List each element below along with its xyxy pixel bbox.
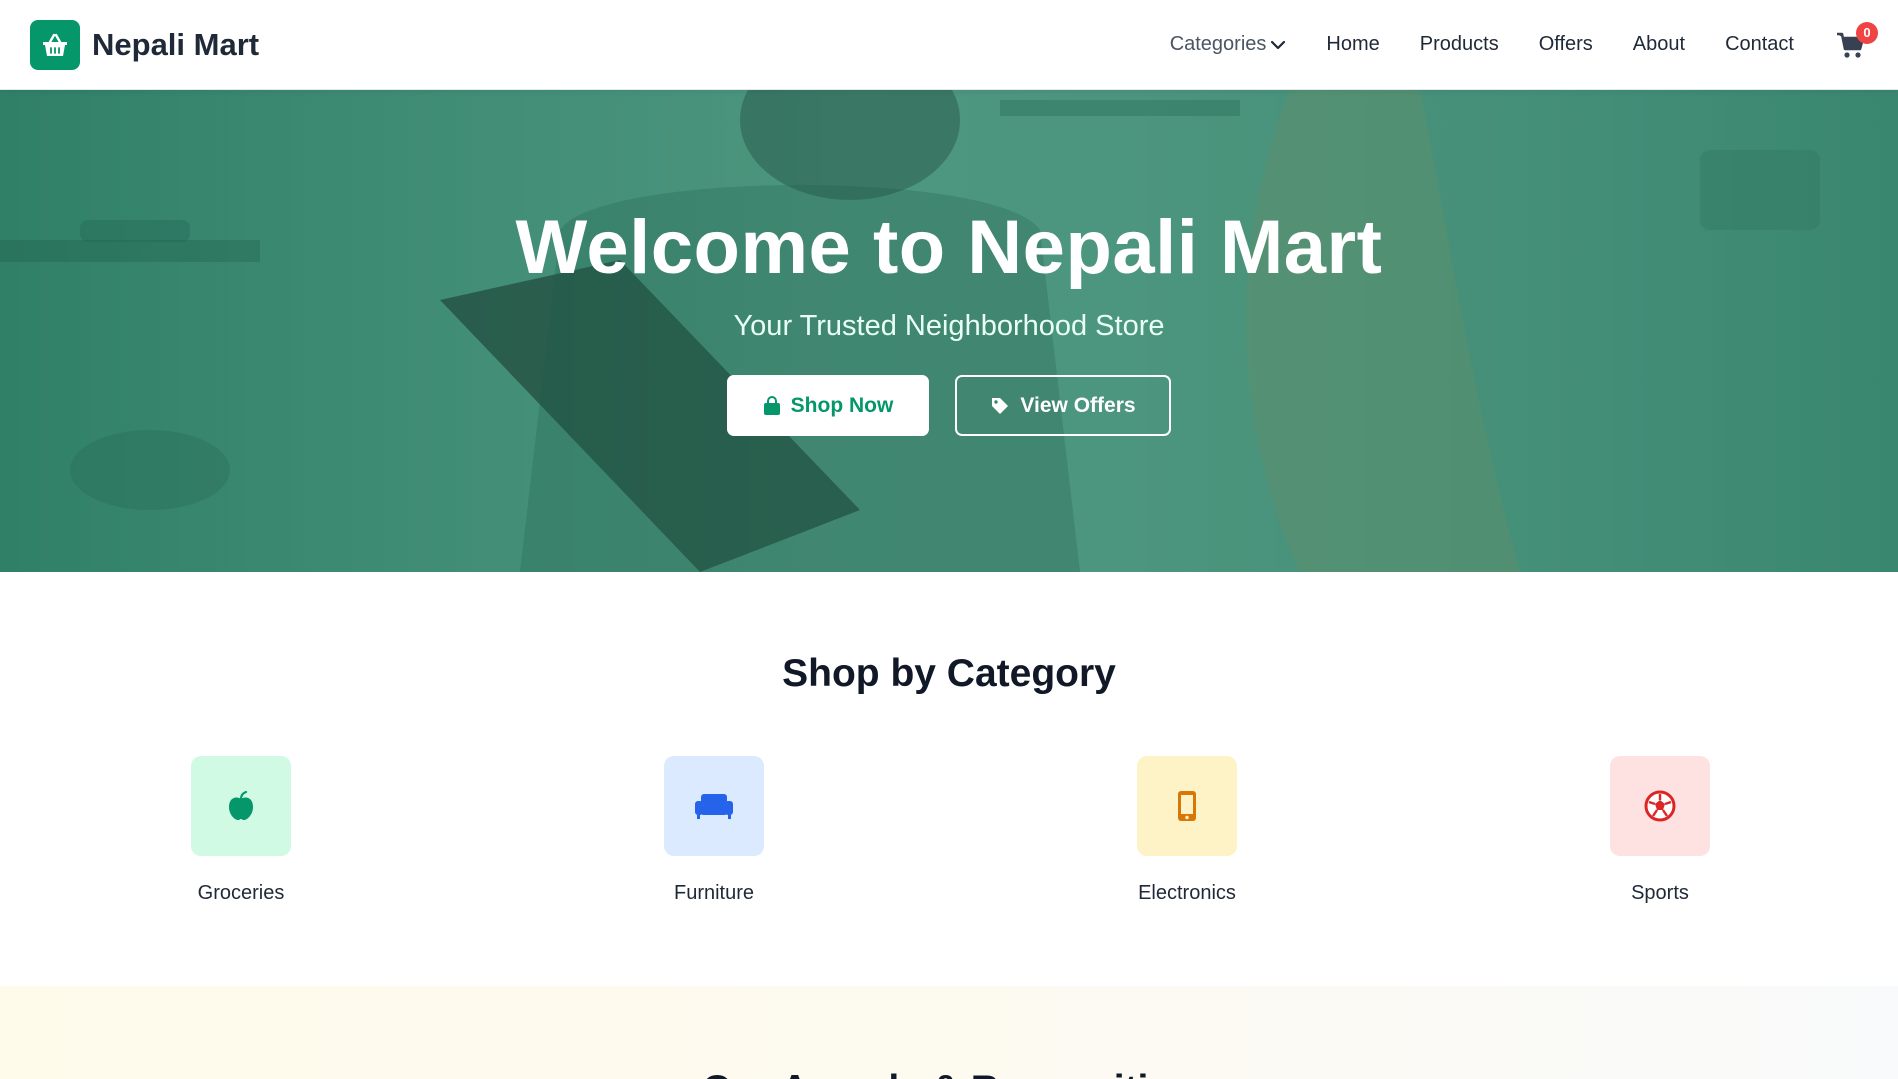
apple-icon — [229, 791, 253, 820]
category-label: Electronics — [1138, 882, 1236, 904]
nav-contact[interactable]: Contact — [1725, 33, 1794, 56]
category-furniture[interactable]: Furniture — [624, 756, 804, 905]
awards-section: Our Awards & Recognition — [0, 986, 1898, 1079]
football-icon — [1644, 790, 1676, 822]
main-nav: Categories Home Products Offers About Co… — [1170, 21, 1878, 62]
category-label: Groceries — [197, 882, 285, 904]
category-label: Sports — [1631, 882, 1689, 904]
category-label: Furniture — [673, 882, 755, 904]
hero-subtitle: Your Trusted Neighborhood Store — [733, 310, 1165, 342]
section-title: Shop by Category — [782, 652, 1116, 695]
category-tile — [1610, 756, 1710, 856]
category-groceries[interactable]: Groceries — [151, 756, 331, 905]
chevron-down-icon — [1271, 40, 1286, 49]
nav-products[interactable]: Products — [1420, 33, 1499, 56]
category-electronics[interactable]: Electronics — [1097, 756, 1277, 905]
category-tile — [1137, 756, 1237, 856]
mobile-icon — [1178, 791, 1196, 821]
awards-section-title: Our Awards & Recognition — [0, 1068, 1898, 1079]
shopping-basket-icon — [30, 19, 80, 70]
brand-name: Nepali Mart — [92, 26, 260, 62]
hero-actions: Shop Now View Offers — [0, 375, 1898, 436]
cart-count-badge: 0 — [1856, 21, 1878, 44]
nav-offers[interactable]: Offers — [1539, 33, 1593, 56]
view-offers-button[interactable]: View Offers — [955, 375, 1171, 436]
view-offers-label: View Offers — [1020, 393, 1136, 417]
shop-now-button[interactable]: Shop Now — [727, 375, 929, 436]
site-header: Nepali Mart Categories Home Products Off… — [0, 0, 1898, 90]
category-tile — [191, 756, 291, 856]
brand[interactable]: Nepali Mart — [30, 19, 260, 70]
category-grid: Groceries Furniture Electronics Sports — [0, 756, 1898, 916]
nav-about[interactable]: About — [1633, 33, 1685, 56]
hero-banner: Welcome to Nepali Mart Your Trusted Neig… — [0, 90, 1898, 572]
shop-now-label: Shop Now — [790, 393, 894, 417]
nav-home[interactable]: Home — [1326, 33, 1379, 56]
nav-categories-dropdown[interactable]: Categories — [1170, 33, 1287, 56]
shop-by-category-section: Shop by Category Groceries Furniture Ele… — [0, 572, 1898, 986]
nav-categories-label: Categories — [1169, 33, 1267, 55]
shopping-bag-icon — [763, 395, 780, 415]
category-tile — [664, 756, 764, 856]
category-sports[interactable]: Sports — [1570, 756, 1750, 905]
tag-icon — [992, 397, 1009, 414]
cart-button[interactable]: 0 — [1834, 21, 1878, 62]
hero-content: Welcome to Nepali Mart Your Trusted Neig… — [0, 210, 1898, 436]
couch-icon — [695, 794, 733, 819]
hero-title: Welcome to Nepali Mart — [515, 205, 1383, 290]
